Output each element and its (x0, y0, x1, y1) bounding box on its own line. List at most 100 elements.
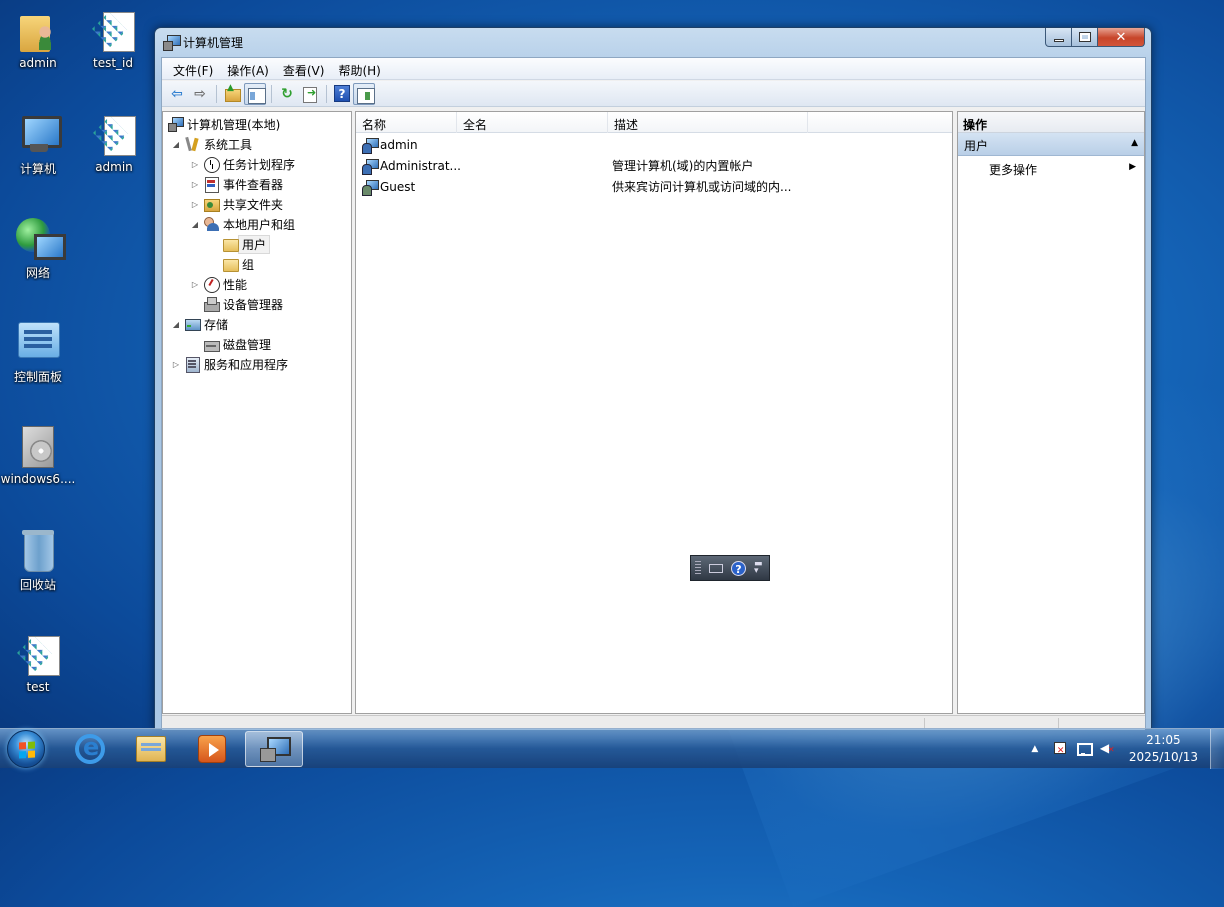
expanded-arrow-icon[interactable]: ◢ (190, 220, 200, 229)
window-client-area: 文件(F) 操作(A) 查看(V) 帮助(H) ⇦ ⇨ ↻ ? 计算机管理(本地… (161, 57, 1146, 730)
network-status-icon[interactable] (1075, 741, 1093, 757)
table-row[interactable]: admin (356, 134, 952, 155)
collapsed-arrow-icon[interactable]: ▷ (190, 200, 200, 209)
taskbar-computer-management[interactable] (245, 731, 303, 767)
desktop-icon-admin-folder[interactable]: admin (0, 6, 76, 70)
collapsed-arrow-icon[interactable]: ▷ (171, 360, 181, 369)
tree-item-local-users-groups[interactable]: ◢ 本地用户和组 (167, 214, 351, 234)
language-bar[interactable]: ? ▬ ▾ (690, 555, 770, 581)
column-header-fullname[interactable]: 全名 (457, 112, 608, 133)
tree-item-event-viewer[interactable]: ▷ 事件查看器 (167, 174, 351, 194)
services-icon (184, 356, 200, 373)
tree-item-storage[interactable]: ◢ 存储 (167, 314, 351, 334)
taskbar-internet-explorer[interactable] (61, 731, 119, 767)
back-button[interactable]: ⇦ (166, 83, 188, 105)
user-name: admin (380, 137, 418, 152)
maximize-button[interactable] (1072, 28, 1098, 47)
tree-item-groups[interactable]: 组 (167, 254, 351, 274)
options-icon[interactable]: ▬ ▾ (754, 560, 763, 576)
close-button[interactable]: ✕ (1098, 28, 1145, 47)
title-bar[interactable]: 计算机管理 ✕ (155, 28, 1151, 56)
clock[interactable]: 21:05 2025/10/13 (1129, 732, 1198, 766)
minimize-button[interactable] (1045, 28, 1072, 47)
tree-item-disk-management[interactable]: 磁盘管理 (167, 334, 351, 354)
refresh-icon: ↻ (281, 85, 293, 102)
network-icon (14, 214, 66, 262)
expanded-arrow-icon[interactable]: ◢ (171, 320, 181, 329)
collapse-up-icon[interactable]: ▲ (1131, 138, 1138, 148)
desktop-icon-label: 控制面板 (13, 370, 62, 384)
tree-item-root[interactable]: 计算机管理(本地) (167, 114, 351, 134)
show-desktop-button[interactable] (1210, 729, 1224, 769)
show-hide-console-tree-button[interactable] (244, 82, 266, 105)
computer-management-icon (163, 35, 181, 51)
column-header-description[interactable]: 描述 (608, 112, 808, 133)
more-actions-item[interactable]: 更多操作 ▶ (958, 156, 1144, 180)
refresh-button[interactable]: ↻ (276, 83, 298, 105)
tree-item-performance[interactable]: ▷ 性能 (167, 274, 351, 294)
up-one-level-button[interactable] (221, 83, 243, 105)
close-icon: ✕ (1115, 29, 1127, 45)
user-name: Guest (380, 179, 416, 194)
taskbar-file-explorer[interactable] (122, 731, 180, 767)
collapsed-arrow-icon[interactable]: ▷ (190, 160, 200, 169)
tree-item-label: 系统工具 (204, 137, 253, 152)
console-tree: 计算机管理(本地) ◢ 系统工具 ▷ 任务计划程序 ▷ 事件查看器 ▷ 共享文件… (167, 114, 351, 374)
media-player-icon (198, 735, 226, 763)
collapsed-arrow-icon[interactable]: ▷ (190, 180, 200, 189)
desktop-icon-admin-reg[interactable]: admin (76, 110, 152, 174)
menu-help[interactable]: 帮助(H) (331, 58, 387, 79)
users-icon (203, 216, 219, 232)
tree-item-device-manager[interactable]: 设备管理器 (167, 294, 351, 314)
forward-button[interactable]: ⇨ (189, 83, 211, 105)
column-header-name[interactable]: 名称 (356, 112, 457, 133)
clock-time: 21:05 (1146, 733, 1181, 747)
tools-icon (184, 136, 200, 152)
actions-pane: 操作 用户 ▲ 更多操作 ▶ (957, 111, 1145, 714)
menu-action[interactable]: 操作(A) (220, 58, 276, 79)
tree-item-task-scheduler[interactable]: ▷ 任务计划程序 (167, 154, 351, 174)
help-icon[interactable]: ? (731, 560, 746, 576)
tree-item-label: 本地用户和组 (223, 217, 296, 232)
tree-item-users[interactable]: 用户 (167, 234, 351, 254)
minimize-icon (1053, 38, 1064, 42)
user-list: admin Administrat... 管理计算机(域)的内置帐户 Guest (356, 134, 952, 197)
menu-file[interactable]: 文件(F) (166, 58, 220, 79)
expanded-arrow-icon[interactable]: ◢ (171, 140, 181, 149)
tree-item-services-apps[interactable]: ▷ 服务和应用程序 (167, 354, 351, 374)
desktop-icon-network[interactable]: 网络 (0, 214, 76, 281)
window-controls: ✕ (1045, 28, 1145, 48)
actions-section-users[interactable]: 用户 ▲ (958, 133, 1144, 156)
help-button[interactable]: ? (334, 85, 350, 102)
cell-name: Guest (356, 179, 608, 196)
tree-item-label: 设备管理器 (223, 297, 284, 312)
user-description: 管理计算机(域)的内置帐户 (612, 159, 754, 173)
show-hidden-icons-button[interactable]: ▲ (1027, 741, 1043, 757)
desktop-icon-label: 回收站 (19, 578, 56, 592)
desktop-icon-test[interactable]: test (0, 630, 76, 694)
collapsed-arrow-icon[interactable]: ▷ (190, 280, 200, 289)
desktop-icon-control-panel[interactable]: 控制面板 (0, 318, 76, 385)
cell-name: admin (356, 137, 608, 154)
desktop-icon-windows-installer[interactable]: windows6.... (0, 422, 76, 486)
start-button[interactable] (7, 730, 45, 768)
action-center-flag-icon[interactable] (1051, 741, 1067, 757)
drag-handle-icon[interactable] (695, 561, 701, 575)
submenu-arrow-icon: ▶ (1129, 162, 1136, 172)
file-explorer-icon (136, 736, 166, 762)
export-list-button[interactable] (299, 83, 321, 105)
tree-item-shared-folders[interactable]: ▷ 共享文件夹 (167, 194, 351, 214)
tree-item-system-tools[interactable]: ◢ 系统工具 (167, 134, 351, 154)
table-row[interactable]: Guest 供来宾访问计算机或访问域的内... (356, 176, 952, 197)
menu-view[interactable]: 查看(V) (276, 58, 332, 79)
desktop-icon-computer[interactable]: 计算机 (0, 110, 76, 177)
user-folder-icon (14, 6, 62, 54)
table-row[interactable]: Administrat... 管理计算机(域)的内置帐户 (356, 155, 952, 176)
volume-muted-icon[interactable] (1099, 741, 1115, 757)
keyboard-icon[interactable] (709, 563, 723, 573)
taskbar-media-player[interactable] (183, 731, 241, 767)
desktop-icon-test-id[interactable]: test_id (75, 6, 151, 70)
desktop-icon-recycle-bin[interactable]: 回收站 (0, 526, 76, 593)
show-hide-action-pane-button[interactable] (353, 82, 375, 105)
actions-title: 操作 (958, 112, 1144, 133)
